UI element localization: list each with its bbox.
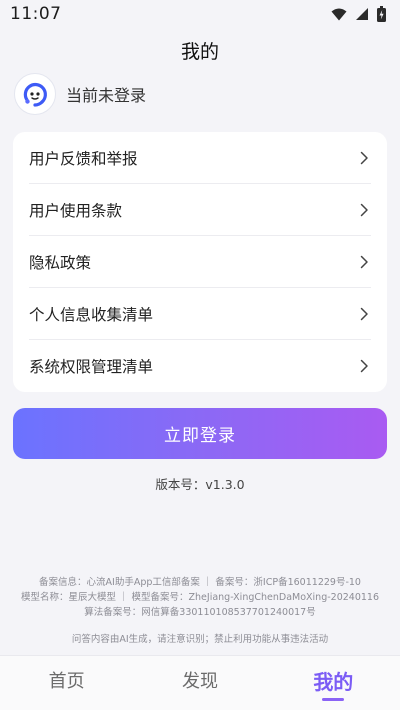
version-text: 版本号：v1.3.0 [155,477,245,492]
battery-charging-icon [377,6,386,22]
login-button[interactable]: 立即登录 [13,408,387,459]
nav-tab-label: 首页 [48,671,85,692]
active-tab-indicator [322,698,345,701]
filing-info: 备案信息：心流AI助手App工信部备案 ｜ 备案号：浙ICP备16011229号… [0,575,400,620]
nav-tab-mine[interactable]: 我的 [267,656,400,710]
menu-item-label: 系统权限管理清单 [29,358,154,376]
menu-item-feedback[interactable]: 用户反馈和举报 [29,132,371,184]
login-status-text[interactable]: 当前未登录 [66,82,146,106]
app-logo-icon [23,82,47,107]
avatar[interactable] [14,73,56,115]
chevron-right-icon [360,151,368,164]
chevron-right-icon [360,307,368,320]
chevron-right-icon [360,359,368,373]
bottom-nav: 首页 发现 我的 [0,655,400,710]
menu-item-permissions-list[interactable]: 系统权限管理清单 [29,340,371,392]
status-bar: 11:07 [0,0,400,28]
filing-line: 算法备案号：网信算备330110108537701240017号 [84,607,316,618]
user-login-row[interactable]: 当前未登录 [14,72,146,116]
page-title: 我的 [180,41,219,63]
nav-tab-home[interactable]: 首页 [0,656,133,710]
status-icons [331,6,386,22]
menu-item-label: 隐私政策 [29,253,92,272]
chevron-right-icon [360,255,368,268]
menu-item-user-terms[interactable]: 用户使用条款 [29,184,371,236]
filing-line: 模型名称：星辰大模型 ｜ 模型备案号：ZheJiang-XingChenDaMo… [20,592,380,603]
menu-card: 用户反馈和举报 用户使用条款 隐私政策 个人信息收集清单 系统权限管理清单 [13,132,387,392]
menu-item-label: 用户使用条款 [29,201,123,220]
nav-tab-label: 发现 [181,671,218,692]
chevron-right-icon [360,203,368,216]
wifi-icon [331,8,347,20]
status-time: 11:07 [10,4,62,24]
filing-line: 备案信息：心流AI助手App工信部备案 ｜ 备案号：浙ICP备16011229号… [39,577,361,588]
menu-item-label: 用户反馈和举报 [29,149,138,168]
nav-tab-label: 我的 [313,669,354,694]
nav-tab-discover[interactable]: 发现 [133,656,266,710]
ai-disclaimer: 问答内容由AI生成，请注意识别；禁止利用功能从事违法活动 [71,634,329,645]
menu-item-privacy-policy[interactable]: 隐私政策 [29,236,371,288]
signal-icon [356,8,368,20]
menu-item-label: 个人信息收集清单 [29,305,154,324]
menu-item-personal-info-list[interactable]: 个人信息收集清单 [29,288,371,340]
